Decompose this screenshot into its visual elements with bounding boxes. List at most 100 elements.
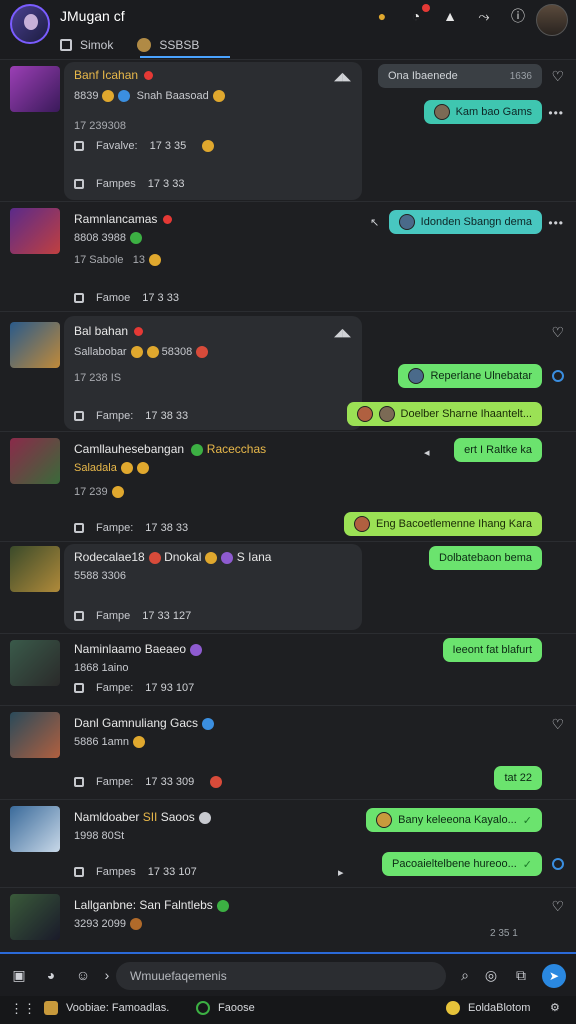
tab-label: Simok bbox=[80, 38, 114, 52]
post-subtitle: 5588 3306 bbox=[74, 570, 126, 582]
message-bubble[interactable]: Ieeont fat blafurt bbox=[442, 638, 542, 662]
post-author[interactable]: Danl Gamnuliang Gacs bbox=[74, 716, 215, 730]
send-button[interactable]: ➤ bbox=[542, 964, 566, 988]
emoji-icon bbox=[130, 346, 143, 359]
apps-icon[interactable]: ⋮⋮ bbox=[10, 1001, 36, 1017]
post-author[interactable]: Camllauhesebangan Racecchas bbox=[74, 442, 266, 456]
active-tab-indicator bbox=[140, 56, 230, 58]
camera-icon[interactable]: ▣ bbox=[10, 966, 28, 984]
share-icon[interactable]: ⤳ bbox=[474, 6, 494, 26]
post-thumbnail[interactable] bbox=[10, 208, 60, 254]
message-bubble[interactable]: Dolbatebaon bema bbox=[429, 546, 542, 570]
post-meta: 17 Sabole 13 bbox=[74, 254, 161, 267]
emoji-icon bbox=[221, 551, 234, 564]
more-icon[interactable]: ••• bbox=[548, 216, 564, 230]
info-icon[interactable]: ⓘ bbox=[508, 6, 528, 26]
chevron-right-icon[interactable]: › bbox=[98, 966, 116, 984]
more-icon[interactable]: ••• bbox=[548, 106, 564, 120]
emoji-icon bbox=[202, 140, 215, 152]
emoji-icon bbox=[130, 918, 142, 931]
post-author[interactable]: Banf Icahan bbox=[74, 68, 154, 82]
message-bubble[interactable]: tat 22 bbox=[494, 766, 542, 790]
cursor-icon: ◢◣ bbox=[334, 327, 351, 339]
user-avatar[interactable] bbox=[536, 4, 568, 36]
post-thumbnail[interactable] bbox=[10, 546, 60, 592]
app-avatar[interactable] bbox=[10, 4, 50, 44]
feed-row: Ramnlancamas 8808 3988 17 Sabole 13 Famo… bbox=[0, 202, 576, 312]
settings-icon[interactable]: ⚙ bbox=[550, 1001, 560, 1014]
post-author[interactable]: Lallganbne: San Falntlebs bbox=[74, 898, 229, 912]
post-stat: 2 35 1 bbox=[490, 928, 518, 939]
post-thumbnail[interactable] bbox=[10, 438, 60, 484]
calendar-icon bbox=[74, 523, 84, 533]
tab-second[interactable]: SSBSB bbox=[137, 34, 199, 56]
message-bubble[interactable]: Eng Bacoetlemenne Ihang Kara bbox=[344, 512, 542, 536]
sticker-icon[interactable]: ◕ bbox=[42, 966, 60, 984]
message-bubble[interactable]: Idonden Sbangn dema bbox=[388, 210, 542, 234]
smile-icon bbox=[446, 1001, 460, 1015]
profile-icon[interactable]: ▲ bbox=[440, 6, 460, 26]
post-author[interactable]: Naminlaamo Baeaeo bbox=[74, 642, 203, 656]
circle-icon bbox=[196, 1001, 210, 1015]
post-thumbnail[interactable] bbox=[10, 806, 60, 852]
message-bubble[interactable]: ert I Raltke ka bbox=[454, 438, 542, 462]
message-bubble[interactable]: Kam bao Gams bbox=[423, 100, 542, 124]
folder-icon bbox=[44, 1001, 58, 1015]
post-author[interactable]: Ramnlancamas bbox=[74, 212, 173, 226]
check-icon: ✓ bbox=[522, 858, 532, 871]
post-thumbnail[interactable] bbox=[10, 66, 60, 112]
post-author[interactable]: Namldoaber SII Saoos bbox=[74, 810, 211, 824]
bottom-item-third[interactable]: EoldaBlotom bbox=[446, 1001, 530, 1015]
message-bubble[interactable]: Ona Ibaenede 1636 bbox=[378, 64, 542, 88]
message-bubble[interactable]: Pacoaieltelbene hureoo... ✓ bbox=[382, 852, 542, 876]
emoji-icon bbox=[148, 254, 161, 267]
post-thumbnail[interactable] bbox=[10, 894, 60, 940]
message-bubble[interactable]: Doelber Sharne Ihaantelt... bbox=[346, 402, 542, 426]
emoji-icon bbox=[190, 643, 203, 656]
heart-icon[interactable]: ♡ bbox=[551, 68, 564, 85]
message-bubble[interactable]: Bany keleeona Kayalo... ✓ bbox=[366, 808, 542, 832]
post-author[interactable]: Rodecalae18 Dnokal S Iana bbox=[74, 550, 271, 564]
emoji-icon[interactable]: ☺ bbox=[74, 966, 92, 984]
heart-icon[interactable]: ♡ bbox=[551, 898, 564, 915]
post-footer: Fampe 17 33 127 bbox=[74, 610, 191, 622]
post-thumbnail[interactable] bbox=[10, 322, 60, 368]
heart-icon[interactable]: ♡ bbox=[551, 716, 564, 733]
feed-row: Camllauhesebangan Racecchas Saladala 17 … bbox=[0, 432, 576, 542]
square-icon bbox=[60, 39, 72, 51]
message-bubble[interactable]: Reperlane Ulnebatar bbox=[398, 364, 542, 388]
post-thumbnail[interactable] bbox=[10, 640, 60, 686]
post-thumbnail[interactable] bbox=[10, 712, 60, 758]
tab-first[interactable]: Simok bbox=[60, 34, 113, 56]
avatar bbox=[398, 214, 415, 230]
post-footer: Fampe: 17 38 33 bbox=[74, 410, 188, 422]
post-subtitle: 1998 80St bbox=[74, 830, 125, 842]
post-author[interactable]: Bal bahan bbox=[74, 324, 144, 338]
emoji-icon bbox=[202, 717, 215, 730]
emoji-icon bbox=[198, 811, 211, 824]
post-meta: 17 239 bbox=[74, 486, 124, 499]
emoji-icon bbox=[148, 551, 161, 564]
calendar-icon bbox=[74, 141, 84, 151]
heart-icon[interactable]: ♡ bbox=[551, 324, 564, 341]
app-title: JMugan cf bbox=[60, 8, 125, 24]
gif-icon[interactable]: ◎ bbox=[482, 966, 500, 984]
attach-icon[interactable]: ⧉ bbox=[512, 966, 530, 984]
search-icon[interactable]: ⌕ bbox=[456, 966, 474, 984]
cursor-icon: ◂ bbox=[424, 447, 430, 459]
header-tabs: Simok SSBSB bbox=[60, 34, 199, 56]
post-footer: Fampe: 17 33 309 bbox=[74, 776, 223, 788]
live-badge-icon bbox=[134, 327, 144, 337]
coins-icon[interactable]: ● bbox=[372, 6, 392, 26]
post-subtitle: 8839 Snah Baasoad bbox=[74, 90, 225, 103]
emoji-icon bbox=[191, 443, 204, 456]
emoji-icon bbox=[205, 551, 218, 564]
bottom-item-second[interactable]: Faoose bbox=[196, 1001, 255, 1015]
notification-icon[interactable]: ◔ bbox=[406, 4, 430, 26]
post-subtitle: 3293 2099 bbox=[74, 918, 142, 931]
composer-bar: ▣ ◕ ☺ › ⌕ ◎ ⧉ ➤ bbox=[0, 952, 576, 996]
post-subtitle: 1868 1aino bbox=[74, 662, 129, 674]
post-subtitle: Sallabobar 58308 bbox=[74, 346, 209, 359]
bottom-item-first[interactable]: Voobiae: Famoadlas. bbox=[44, 1001, 169, 1015]
message-input[interactable] bbox=[116, 962, 446, 990]
